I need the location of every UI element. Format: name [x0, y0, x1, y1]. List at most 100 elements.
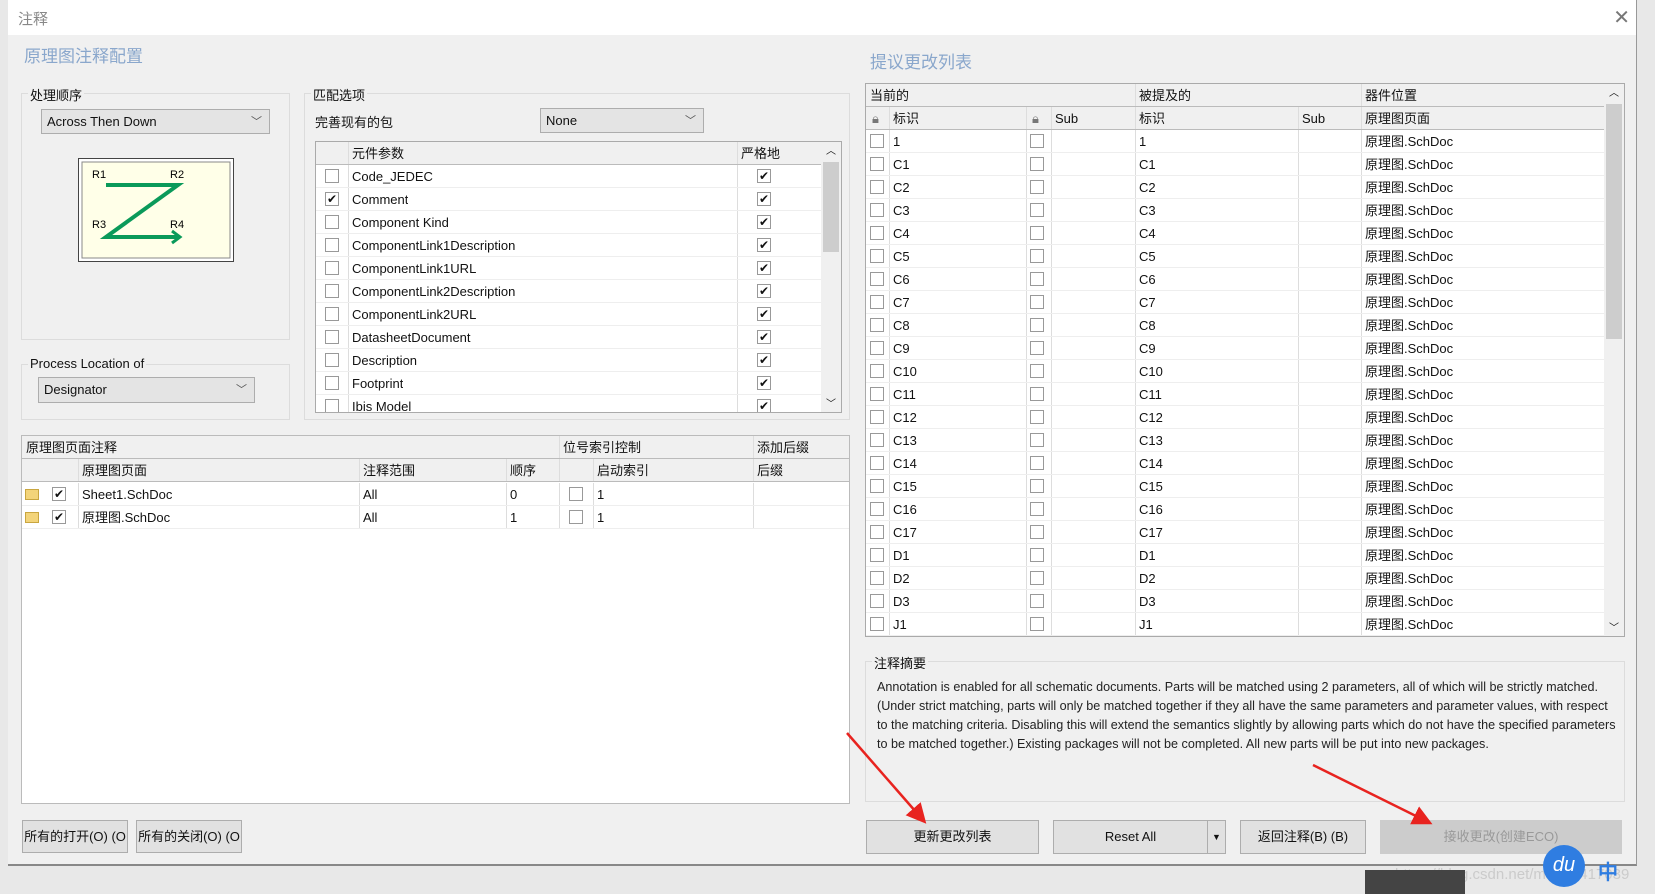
sheet-checkbox[interactable]: ✔: [52, 510, 66, 524]
scroll-thumb[interactable]: [823, 162, 839, 252]
parameter-checkbox[interactable]: [325, 215, 339, 229]
change-row[interactable]: C16 C16 原理图.SchDoc: [866, 498, 1605, 521]
parameter-row[interactable]: Code_JEDEC ✔: [316, 165, 822, 188]
current-lock-checkbox[interactable]: [870, 525, 884, 539]
current-lock-checkbox[interactable]: [870, 594, 884, 608]
column-strict[interactable]: 严格地: [737, 142, 780, 165]
current-lock-checkbox[interactable]: [870, 341, 884, 355]
strict-checkbox[interactable]: ✔: [757, 284, 771, 298]
change-row[interactable]: C2 C2 原理图.SchDoc: [866, 176, 1605, 199]
column-order[interactable]: 顺序: [506, 459, 536, 482]
change-row[interactable]: C3 C3 原理图.SchDoc: [866, 199, 1605, 222]
change-row[interactable]: C14 C14 原理图.SchDoc: [866, 452, 1605, 475]
parameter-checkbox[interactable]: ✔: [325, 192, 339, 206]
scroll-thumb[interactable]: [1606, 104, 1622, 339]
reset-all-button[interactable]: Reset All ▼: [1053, 820, 1226, 854]
parameter-row[interactable]: ✔ Comment ✔: [316, 188, 822, 211]
current-lock-checkbox[interactable]: [870, 502, 884, 516]
change-row[interactable]: C13 C13 原理图.SchDoc: [866, 429, 1605, 452]
caret-down-icon[interactable]: ▼: [1207, 821, 1225, 853]
column-current-sub[interactable]: Sub: [1051, 107, 1078, 130]
sub-lock-checkbox[interactable]: [1030, 134, 1044, 148]
current-lock-checkbox[interactable]: [870, 272, 884, 286]
parameter-checkbox[interactable]: [325, 238, 339, 252]
change-row[interactable]: C7 C7 原理图.SchDoc: [866, 291, 1605, 314]
change-row[interactable]: C6 C6 原理图.SchDoc: [866, 268, 1605, 291]
index-checkbox[interactable]: [569, 487, 583, 501]
parameter-checkbox[interactable]: [325, 376, 339, 390]
change-row[interactable]: C8 C8 原理图.SchDoc: [866, 314, 1605, 337]
close-all-button[interactable]: 所有的关闭(O) (O: [136, 820, 242, 853]
parameter-checkbox[interactable]: [325, 399, 339, 412]
column-scope[interactable]: 注释范围: [359, 459, 415, 482]
column-start-index[interactable]: 启动索引: [593, 459, 649, 482]
change-row[interactable]: C17 C17 原理图.SchDoc: [866, 521, 1605, 544]
column-parameter[interactable]: 元件参数: [348, 142, 404, 165]
parameter-row[interactable]: Footprint ✔: [316, 372, 822, 395]
back-to-annotate-button[interactable]: 返回注释(B) (B): [1240, 820, 1366, 854]
sub-lock-checkbox[interactable]: [1030, 525, 1044, 539]
current-lock-checkbox[interactable]: [870, 456, 884, 470]
current-lock-checkbox[interactable]: [870, 433, 884, 447]
column-sheet[interactable]: 原理图页面: [1361, 107, 1430, 130]
sub-lock-checkbox[interactable]: [1030, 341, 1044, 355]
sub-lock-checkbox[interactable]: [1030, 617, 1044, 631]
change-row[interactable]: D1 D1 原理图.SchDoc: [866, 544, 1605, 567]
column-current-designator[interactable]: 标识: [889, 107, 919, 130]
current-lock-checkbox[interactable]: [870, 479, 884, 493]
strict-checkbox[interactable]: ✔: [757, 192, 771, 206]
current-lock-checkbox[interactable]: [870, 364, 884, 378]
current-lock-checkbox[interactable]: [870, 548, 884, 562]
parameter-row[interactable]: ComponentLink1Description ✔: [316, 234, 822, 257]
sub-lock-checkbox[interactable]: [1030, 226, 1044, 240]
sub-lock-checkbox[interactable]: [1030, 502, 1044, 516]
sub-lock-checkbox[interactable]: [1030, 410, 1044, 424]
sheet-row[interactable]: ✔ 原理图.SchDoc All 1 1: [22, 506, 849, 529]
sheet-row[interactable]: ✔ Sheet1.SchDoc All 0 1: [22, 483, 849, 506]
ime-chinese-icon[interactable]: 中: [1598, 856, 1618, 885]
current-lock-checkbox[interactable]: [870, 249, 884, 263]
parameter-row[interactable]: Ibis Model ✔: [316, 395, 822, 412]
scroll-down-icon[interactable]: ﹀: [1604, 619, 1624, 634]
strict-checkbox[interactable]: ✔: [757, 353, 771, 367]
parameter-checkbox[interactable]: [325, 261, 339, 275]
sub-lock-checkbox[interactable]: [1030, 318, 1044, 332]
complete-packages-dropdown[interactable]: None ﹀: [540, 108, 704, 133]
parameter-row[interactable]: DatasheetDocument ✔: [316, 326, 822, 349]
change-row[interactable]: C15 C15 原理图.SchDoc: [866, 475, 1605, 498]
parameter-row[interactable]: ComponentLink1URL ✔: [316, 257, 822, 280]
sub-lock-checkbox[interactable]: [1030, 272, 1044, 286]
change-row[interactable]: 1 1 原理图.SchDoc: [866, 130, 1605, 153]
change-scrollbar[interactable]: ︿ ﹀: [1604, 84, 1624, 636]
strict-checkbox[interactable]: ✔: [757, 376, 771, 390]
change-row[interactable]: C9 C9 原理图.SchDoc: [866, 337, 1605, 360]
strict-checkbox[interactable]: ✔: [757, 330, 771, 344]
current-lock-checkbox[interactable]: [870, 318, 884, 332]
lock-icon[interactable]: 🔒︎: [1028, 107, 1039, 130]
sub-lock-checkbox[interactable]: [1030, 433, 1044, 447]
index-checkbox[interactable]: [569, 510, 583, 524]
parameter-scrollbar[interactable]: ︿ ﹀: [821, 142, 841, 412]
parameter-checkbox[interactable]: [325, 169, 339, 183]
change-row[interactable]: C4 C4 原理图.SchDoc: [866, 222, 1605, 245]
parameter-checkbox[interactable]: [325, 307, 339, 321]
parameter-row[interactable]: Component Kind ✔: [316, 211, 822, 234]
scroll-up-icon[interactable]: ︿: [821, 142, 841, 157]
parameter-checkbox[interactable]: [325, 284, 339, 298]
sub-lock-checkbox[interactable]: [1030, 295, 1044, 309]
current-lock-checkbox[interactable]: [870, 226, 884, 240]
current-lock-checkbox[interactable]: [870, 134, 884, 148]
current-lock-checkbox[interactable]: [870, 387, 884, 401]
change-row[interactable]: C10 C10 原理图.SchDoc: [866, 360, 1605, 383]
sub-lock-checkbox[interactable]: [1030, 249, 1044, 263]
change-row[interactable]: J1 J1 原理图.SchDoc: [866, 613, 1605, 636]
change-row[interactable]: C5 C5 原理图.SchDoc: [866, 245, 1605, 268]
strict-checkbox[interactable]: ✔: [757, 169, 771, 183]
sub-lock-checkbox[interactable]: [1030, 364, 1044, 378]
close-icon[interactable]: ✕: [1613, 5, 1630, 30]
change-row[interactable]: D3 D3 原理图.SchDoc: [866, 590, 1605, 613]
current-lock-checkbox[interactable]: [870, 295, 884, 309]
location-dropdown[interactable]: Designator ﹀: [38, 377, 255, 403]
update-changes-button[interactable]: 更新更改列表: [866, 820, 1039, 854]
baidu-ime-icon[interactable]: du: [1543, 845, 1585, 887]
